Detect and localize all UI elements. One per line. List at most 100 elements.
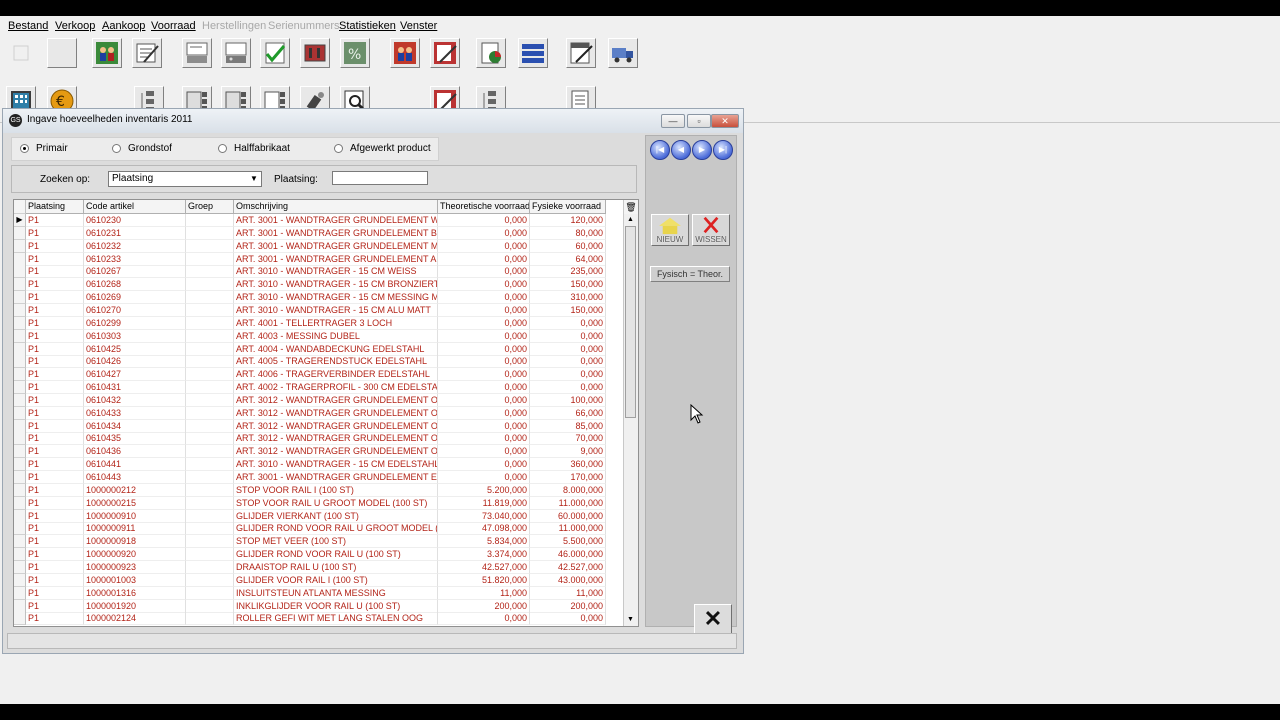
delivery-truck-icon[interactable]	[608, 38, 638, 68]
table-cell[interactable]: 1000000215	[84, 496, 186, 510]
table-cell[interactable]: 0610299	[84, 316, 186, 330]
table-cell[interactable]: P1	[26, 471, 84, 484]
table-row[interactable]: P1 0610433 ART. 3012 - WANDTRAGER GRUNDELE…	[14, 406, 626, 420]
table-row[interactable]: P1 0610233 ART. 3001 - WANDTRAGER GRUNDELE…	[14, 252, 626, 266]
table-cell[interactable]	[186, 265, 234, 279]
table-cell[interactable]: 66,000	[530, 406, 606, 420]
table-cell[interactable]: ART. 3010 - WANDTRAGER - 15 CM ALU MATT	[234, 303, 438, 317]
table-cell[interactable]	[186, 419, 234, 433]
table-cell[interactable]: 0610230	[84, 214, 186, 227]
table-cell[interactable]: 51.820,000	[438, 573, 530, 587]
table-cell[interactable]: STOP VOOR RAIL I (100 ST)	[234, 483, 438, 497]
table-cell[interactable]: P1	[26, 368, 84, 382]
table-cell[interactable]: 8.000,000	[530, 483, 606, 497]
table-cell[interactable]: 1000000911	[84, 522, 186, 536]
table-cell[interactable]: 42.527,000	[438, 560, 530, 574]
menu-venster[interactable]: Venster	[400, 20, 437, 32]
table-cell[interactable]: 0,000	[438, 445, 530, 459]
table-cell[interactable]	[186, 471, 234, 484]
table-cell[interactable]: 5.500,000	[530, 535, 606, 549]
table-cell[interactable]: 170,000	[530, 471, 606, 484]
table-cell[interactable]	[186, 458, 234, 472]
table-cell[interactable]: 0610268	[84, 278, 186, 292]
vertical-scrollbar[interactable]: ▲ ▼	[623, 214, 638, 626]
table-cell[interactable]: 0610433	[84, 406, 186, 420]
table-cell[interactable]: 0,000	[438, 393, 530, 407]
table-cell[interactable]: 0610435	[84, 432, 186, 446]
table-cell[interactable]	[186, 239, 234, 253]
table-row[interactable]: P1 1000000212 STOP VOOR RAIL I (100 ST) 5.2…	[14, 483, 626, 497]
fysisch-theor-button[interactable]: Fysisch = Theor.	[650, 266, 730, 282]
table-cell[interactable]	[186, 226, 234, 240]
blank-tool-button[interactable]	[47, 38, 77, 68]
table-cell[interactable]: 0,000	[530, 329, 606, 343]
table-cell[interactable]: ART. 3012 - WANDTRAGER GRUNDELEMENT OV	[234, 406, 438, 420]
table-cell[interactable]: ART. 3001 - WANDTRAGER GRUNDELEMENT AL	[234, 252, 438, 266]
table-cell[interactable]: P1	[26, 599, 84, 613]
table-cell[interactable]	[186, 406, 234, 420]
maximize-button[interactable]: ▫	[687, 114, 711, 128]
table-cell[interactable]: P1	[26, 252, 84, 266]
customers-icon[interactable]	[92, 38, 122, 68]
menu-bestand[interactable]: Bestand	[8, 20, 48, 32]
column-header[interactable]: Omschrijving	[234, 200, 438, 214]
table-row[interactable]: P1 1000000910 GLIJDER VIERKANT (100 ST) 73.…	[14, 509, 626, 523]
tools-icon[interactable]	[300, 38, 330, 68]
table-cell[interactable]: 43.000,000	[530, 573, 606, 587]
table-cell[interactable]: ROLLER GEFI WIT MET LANG STALEN OOG	[234, 612, 438, 626]
column-header[interactable]: Theoretische voorraad	[438, 200, 530, 214]
table-cell[interactable]: 73.040,000	[438, 509, 530, 523]
table-cell[interactable]	[186, 535, 234, 549]
table-cell[interactable]: 11,000	[438, 586, 530, 600]
table-row[interactable]: P1 1000000920 GLIJDER ROND VOOR RAIL U (10…	[14, 548, 626, 562]
table-cell[interactable]	[186, 612, 234, 626]
table-cell[interactable]: 60,000	[530, 239, 606, 253]
table-cell[interactable]: 5.200,000	[438, 483, 530, 497]
column-header[interactable]: Fysieke voorraad	[530, 200, 606, 214]
column-header[interactable]: Code artikel	[84, 200, 186, 214]
table-cell[interactable]: GLIJDER VIERKANT (100 ST)	[234, 509, 438, 523]
table-row[interactable]: ▶ P1 0610230 ART. 3001 - WANDTRAGER GRUNDEL…	[14, 214, 626, 227]
table-cell[interactable]: 0610425	[84, 342, 186, 356]
table-cell[interactable]: ART. 3012 - WANDTRAGER GRUNDELEMENT OV	[234, 393, 438, 407]
table-cell[interactable]: P1	[26, 573, 84, 587]
table-cell[interactable]: 3.374,000	[438, 548, 530, 562]
table-cell[interactable]: ART. 3012 - WANDTRAGER GRUNDELEMENT OV	[234, 445, 438, 459]
table-cell[interactable]: 0610269	[84, 291, 186, 305]
table-cell[interactable]	[186, 560, 234, 574]
table-cell[interactable]	[186, 214, 234, 227]
table-row[interactable]: P1 0610267 ART. 3010 - WANDTRAGER - 15 CM …	[14, 265, 626, 279]
table-cell[interactable]: P1	[26, 329, 84, 343]
table-cell[interactable]: P1	[26, 509, 84, 523]
table-row[interactable]: P1 0610269 ART. 3010 - WANDTRAGER - 15 CM …	[14, 291, 626, 305]
table-cell[interactable]: P1	[26, 535, 84, 549]
table-cell[interactable]: P1	[26, 316, 84, 330]
menu-aankoop[interactable]: Aankoop	[102, 20, 145, 32]
table-row[interactable]: P1 0610425 ART. 4004 - WANDABDECKUNG EDELS…	[14, 342, 626, 356]
table-cell[interactable]: ART. 4003 - MESSING DUBEL	[234, 329, 438, 343]
table-cell[interactable]: 0610427	[84, 368, 186, 382]
table-cell[interactable]: 0610436	[84, 445, 186, 459]
table-row[interactable]: P1 1000001003 GLIJDER VOOR RAIL I (100 ST)…	[14, 573, 626, 587]
zoeken-op-select[interactable]: Plaatsing ▼	[108, 171, 262, 187]
table-cell[interactable]	[186, 496, 234, 510]
table-cell[interactable]: 0,000	[438, 355, 530, 369]
scroll-thumb[interactable]	[625, 226, 636, 418]
radio-primair[interactable]: Primair	[20, 143, 68, 154]
table-cell[interactable]: 0,000	[438, 239, 530, 253]
table-cell[interactable]: 0,000	[438, 471, 530, 484]
table-cell[interactable]: 310,000	[530, 291, 606, 305]
table-cell[interactable]: 0,000	[438, 368, 530, 382]
table-cell[interactable]: 11.000,000	[530, 496, 606, 510]
table-cell[interactable]: 200,000	[438, 599, 530, 613]
table-cell[interactable]: P1	[26, 483, 84, 497]
table-cell[interactable]: 120,000	[530, 214, 606, 227]
table-cell[interactable]: 0,000	[438, 252, 530, 266]
table-row[interactable]: P1 0610268 ART. 3010 - WANDTRAGER - 15 CM …	[14, 278, 626, 292]
table-cell[interactable]: 1000001003	[84, 573, 186, 587]
table-cell[interactable]: GLIJDER VOOR RAIL I (100 ST)	[234, 573, 438, 587]
table-cell[interactable]	[186, 522, 234, 536]
table-cell[interactable]	[186, 303, 234, 317]
report-chart-icon[interactable]	[476, 38, 506, 68]
percentage-icon[interactable]: %	[340, 38, 370, 68]
